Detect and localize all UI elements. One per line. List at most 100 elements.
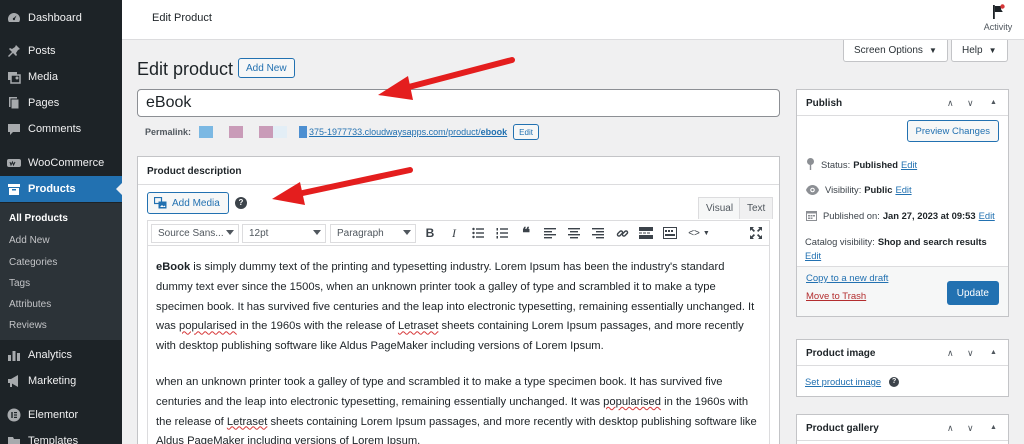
select-caret-icon: [226, 230, 234, 235]
sidebar-item-label: WooCommerce: [28, 157, 105, 169]
publish-box-header: Publish ∧ ∨ ▲: [797, 90, 1008, 116]
toggle-panel-icon[interactable]: ▲: [990, 424, 997, 431]
sidebar-item-posts[interactable]: Posts: [0, 38, 122, 64]
divider: [138, 184, 779, 185]
catalog-edit-link[interactable]: Edit: [805, 250, 821, 261]
sidebar-item-comments[interactable]: Comments: [0, 116, 122, 142]
set-product-image-link[interactable]: Set product image: [805, 376, 881, 387]
help-button[interactable]: Help ▼: [951, 40, 1008, 62]
link-icon[interactable]: [614, 225, 630, 241]
published-edit-link[interactable]: Edit: [979, 210, 995, 221]
product-title-input[interactable]: [137, 89, 780, 117]
blockquote-icon[interactable]: ❝: [518, 225, 534, 242]
numbered-list-icon[interactable]: [494, 225, 510, 241]
eye-icon: [806, 184, 819, 195]
sidebar-item-analytics[interactable]: Analytics: [0, 342, 122, 368]
sidebar-item-marketing[interactable]: Marketing: [0, 368, 122, 394]
add-media-button[interactable]: Add Media: [147, 192, 229, 214]
editor-content[interactable]: eBook is simply dummy text of the printi…: [147, 246, 770, 444]
misspelled-word: Letraset: [397, 320, 439, 333]
font-family-select[interactable]: Source Sans...: [151, 224, 239, 243]
permalink-link[interactable]: 375-1977733.cloudwaysapps.com/product/eb…: [309, 127, 507, 137]
media-icon: [7, 70, 21, 84]
status-row: Status: Published Edit: [806, 158, 917, 170]
products-submenu: All Products Add New Categories Tags Att…: [0, 203, 122, 340]
tab-visual[interactable]: Visual: [698, 197, 742, 219]
format-select[interactable]: Paragraph: [330, 224, 416, 243]
move-to-trash-link[interactable]: Move to Trash: [806, 291, 866, 302]
submenu-reviews[interactable]: Reviews: [9, 320, 47, 331]
page-header: Edit Product Activity: [122, 0, 1024, 40]
sidebar-item-dashboard[interactable]: Dashboard: [0, 5, 122, 31]
toggle-panel-icon[interactable]: ▲: [990, 349, 997, 356]
move-down-icon[interactable]: ∨: [967, 423, 974, 434]
preview-changes-button[interactable]: Preview Changes: [906, 120, 999, 142]
copy-to-draft-link[interactable]: Copy to a new draft: [806, 273, 888, 284]
submenu-add-new[interactable]: Add New: [9, 235, 50, 246]
redacted-block: [199, 126, 214, 138]
align-left-icon[interactable]: [542, 225, 558, 241]
flag-icon: [990, 4, 1006, 20]
tab-text[interactable]: Text: [739, 197, 774, 219]
sidebar-item-elementor[interactable]: Elementor: [0, 402, 122, 428]
sidebar-item-label: Elementor: [28, 409, 79, 421]
align-center-icon[interactable]: [566, 225, 582, 241]
product-image-box: Product image ∧ ∨ ▲ Set product image ?: [796, 339, 1009, 397]
move-down-icon[interactable]: ∨: [967, 348, 974, 359]
page-title: Edit product: [137, 59, 234, 79]
help-label: Help: [962, 45, 983, 56]
screen-options-button[interactable]: Screen Options ▼: [843, 40, 948, 62]
activity-button[interactable]: Activity: [980, 4, 1016, 32]
move-up-icon[interactable]: ∧: [947, 348, 954, 359]
sidebar-item-woocommerce[interactable]: WooCommerce: [0, 150, 122, 176]
redacted-block: [299, 126, 308, 138]
move-up-icon[interactable]: ∧: [947, 98, 954, 109]
add-media-label: Add Media: [172, 197, 220, 209]
product-description-title: Product description: [147, 166, 242, 177]
toggle-panel-icon[interactable]: ▲: [990, 99, 997, 106]
product-image-header: Product image ∧ ∨ ▲: [797, 340, 1008, 366]
help-icon[interactable]: ?: [889, 376, 900, 387]
sidebar-item-label: Posts: [28, 45, 56, 57]
visibility-row: Visibility: Public Edit: [806, 184, 912, 195]
calendar-icon: [806, 210, 817, 221]
caret-down-icon: ▼: [988, 46, 997, 55]
font-size-select[interactable]: 12pt: [242, 224, 326, 243]
publish-title: Publish: [806, 98, 843, 109]
redacted-block: [273, 126, 288, 138]
toolbar-toggle-icon[interactable]: [662, 225, 678, 241]
sidebar-item-templates[interactable]: Templates: [0, 428, 122, 444]
update-button[interactable]: Update: [946, 281, 999, 305]
bold-icon[interactable]: B: [422, 225, 438, 241]
move-down-icon[interactable]: ∨: [967, 98, 974, 109]
status-edit-link[interactable]: Edit: [901, 159, 917, 170]
redacted-block: [229, 126, 244, 138]
italic-icon[interactable]: I: [446, 225, 462, 241]
sidebar-item-products[interactable]: Products: [0, 176, 122, 202]
submenu-categories[interactable]: Categories: [9, 257, 57, 268]
submenu-all-products[interactable]: All Products: [9, 213, 68, 224]
sidebar-item-pages[interactable]: Pages: [0, 90, 122, 116]
catalog-value: Shop and search results: [877, 236, 987, 247]
fullscreen-icon[interactable]: [748, 225, 764, 241]
read-more-icon[interactable]: [638, 225, 654, 241]
add-new-button[interactable]: Add New: [238, 58, 295, 78]
submenu-attributes[interactable]: Attributes: [9, 299, 51, 310]
submenu-tags[interactable]: Tags: [9, 278, 30, 289]
align-right-icon[interactable]: [590, 225, 606, 241]
code-icon[interactable]: <> ▼: [686, 225, 712, 241]
visibility-edit-link[interactable]: Edit: [895, 184, 911, 195]
folder-icon: [7, 434, 21, 444]
status-value: Published: [853, 158, 898, 170]
catalog-visibility-row: Catalog visibility: Shop and search resul…: [805, 236, 987, 247]
bullet-list-icon[interactable]: [470, 225, 486, 241]
sidebar-item-media[interactable]: Media: [0, 64, 122, 90]
permalink-edit-button[interactable]: Edit: [513, 124, 539, 140]
catalog-edit-row: Edit: [805, 250, 821, 261]
move-up-icon[interactable]: ∧: [947, 423, 954, 434]
set-image-row: Set product image ?: [805, 376, 900, 387]
help-icon[interactable]: ?: [235, 197, 247, 209]
sidebar-item-label: Analytics: [28, 349, 73, 361]
product-gallery-header: Product gallery ∧ ∨ ▲: [797, 415, 1008, 441]
paragraph: eBook is simply dummy text of the printi…: [156, 258, 761, 357]
